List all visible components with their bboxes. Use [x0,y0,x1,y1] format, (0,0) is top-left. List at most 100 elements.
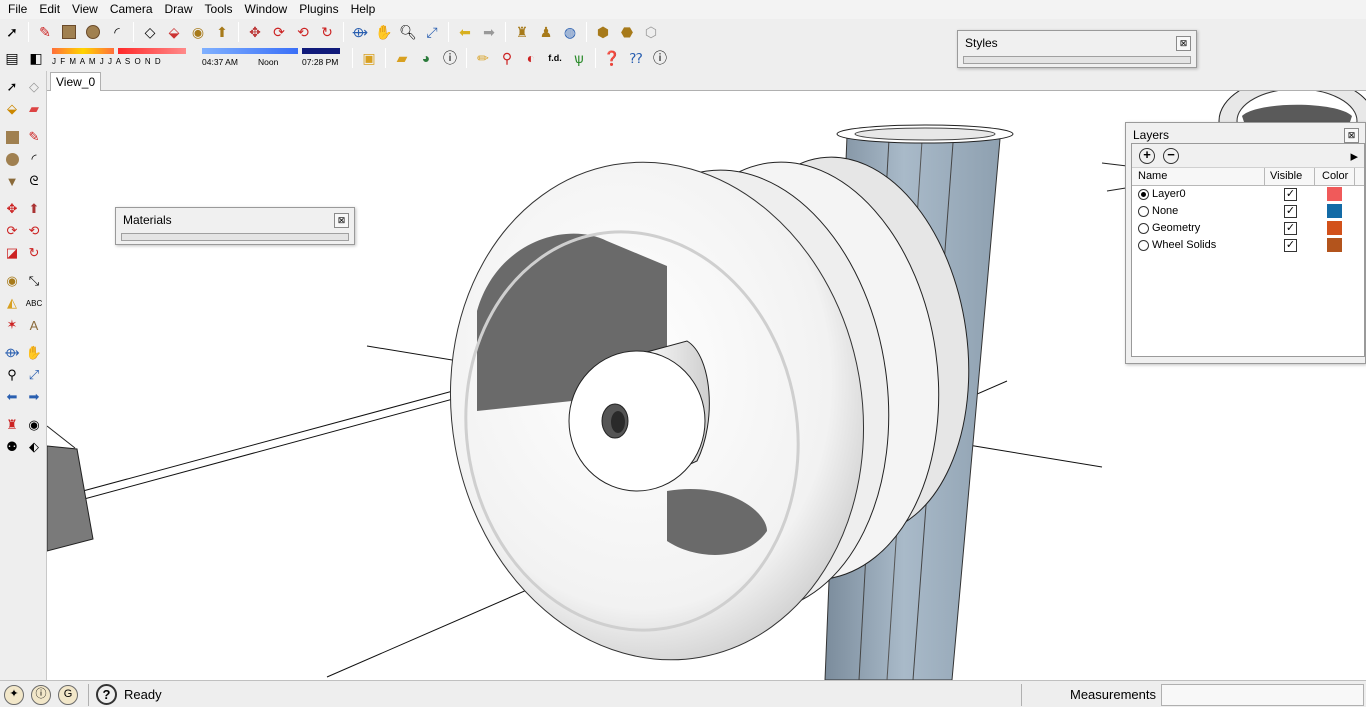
active-layer-radio[interactable] [1138,240,1149,251]
layer-name[interactable]: Layer0 [1152,188,1186,200]
move-icon[interactable]: ✥ [1,198,23,220]
layer-row[interactable]: None ✓ [1132,203,1364,220]
orbit-icon[interactable]: ⟴ [349,21,371,43]
layer-row[interactable]: Layer0 ✓ [1132,186,1364,203]
materials-close-icon[interactable]: ⊠ [334,213,349,228]
previous-view-icon[interactable]: ⬅ [454,21,476,43]
display-shadows-icon[interactable]: ◧ [25,47,47,69]
move-icon[interactable]: ✥ [244,21,266,43]
grass-icon[interactable]: ѱ [568,47,590,69]
shadow-time-slider[interactable]: 04:37 AM Noon 07:28 PM [198,45,348,71]
layer-color-swatch[interactable] [1327,221,1342,235]
layers-tray[interactable]: Layers ⊠ + − ▸ Name Visible Color Layer0… [1125,122,1366,364]
details-arrow-icon[interactable]: ▸ [1350,147,1358,165]
circle-icon[interactable] [82,21,104,43]
follow-me-icon[interactable]: ↻ [316,21,338,43]
credits-icon[interactable]: ⓘ [31,685,51,705]
styles-tray[interactable]: Styles ⊠ [957,30,1197,68]
offset-icon[interactable]: ↻ [23,242,45,264]
tape-icon[interactable]: ◉ [187,21,209,43]
fd-icon[interactable]: f.d. [544,47,566,69]
active-layer-radio[interactable] [1138,223,1149,234]
section-plane-icon[interactable]: ⬖ [23,436,45,458]
pencil2-icon[interactable]: ✏ [472,47,494,69]
styles-collapse-bar[interactable] [963,56,1191,64]
layer-row[interactable]: Wheel Solids ✓ [1132,237,1364,254]
layer-row[interactable]: Geometry ✓ [1132,220,1364,237]
previous-icon[interactable]: ⬅ [1,386,23,408]
shadow-date-slider[interactable]: J F M A M J J A S O N D [48,45,198,71]
paint-bucket-icon[interactable]: ⬙ [1,98,23,120]
walk-icon[interactable]: ♟ [535,21,557,43]
select-icon[interactable]: ➚ [1,21,23,43]
menu-tools[interactable]: Tools [199,0,239,19]
menu-window[interactable]: Window [239,0,294,19]
scene-tab[interactable]: View_0 [50,72,102,91]
help-icon[interactable]: ? [96,684,117,705]
eraser-icon[interactable]: ◇ [139,21,161,43]
zoom-extents-icon[interactable]: ⤢ [23,364,45,386]
push-pull-icon[interactable]: ⬆ [211,21,233,43]
globe-icon[interactable]: ◕ [415,47,437,69]
next-icon[interactable]: ➡ [23,386,45,408]
layer-color-swatch[interactable] [1327,204,1342,218]
offset-icon[interactable]: ⟲ [292,21,314,43]
pencil-icon[interactable]: ✎ [34,21,56,43]
rectangle-icon[interactable] [1,126,23,148]
push-pull-icon[interactable]: ⬆ [23,198,45,220]
rotate-icon[interactable]: ⟳ [1,220,23,242]
component-icon[interactable]: ⬢ [592,21,614,43]
select-icon[interactable]: ➚ [1,76,23,98]
visible-checkbox[interactable]: ✓ [1284,222,1297,235]
scale-icon[interactable]: ◪ [1,242,23,264]
active-layer-radio[interactable] [1138,189,1149,200]
visible-checkbox[interactable]: ✓ [1284,205,1297,218]
google-icon[interactable]: G [58,685,78,705]
zoom-icon[interactable]: ⚲ [1,364,23,386]
styles-close-icon[interactable]: ⊠ [1176,36,1191,51]
orbit-icon[interactable]: ⟴ [1,342,23,364]
zoom-extents-icon[interactable]: ⤢ [421,21,443,43]
section-icon[interactable]: ⬡ [640,21,662,43]
pan-icon[interactable]: ✋ [23,342,45,364]
active-layer-radio[interactable] [1138,206,1149,217]
axes-icon[interactable]: ✶ [1,314,23,336]
arc-icon[interactable]: ◜ [23,148,45,170]
visible-checkbox[interactable]: ✓ [1284,239,1297,252]
zoom-icon[interactable]: 🔍︎ [397,21,419,43]
arc-icon[interactable]: ◜ [106,21,128,43]
line-icon[interactable]: ✎ [23,126,45,148]
about-icon[interactable]: ⓘ [649,47,671,69]
follow-me-icon[interactable]: ⟲ [23,220,45,242]
geolocation-icon[interactable]: ✦ [4,685,24,705]
visible-checkbox[interactable]: ✓ [1284,188,1297,201]
make-component-icon[interactable]: ◇ [23,76,45,98]
group-icon[interactable]: ⬣ [616,21,638,43]
tape-measure-icon[interactable]: ◉ [1,270,23,292]
add-layer-icon[interactable]: + [1139,148,1155,164]
menu-file[interactable]: File [2,0,33,19]
folder-icon[interactable]: ▰ [391,47,413,69]
position-camera-icon[interactable]: ♜ [1,414,23,436]
layer-name[interactable]: None [1152,205,1178,217]
protractor-icon[interactable]: ◭ [1,292,23,314]
menu-camera[interactable]: Camera [104,0,159,19]
outline-icon[interactable]: ◐ [520,47,542,69]
look-around-icon[interactable]: ◍ [559,21,581,43]
menu-plugins[interactable]: Plugins [293,0,344,19]
menu-edit[interactable]: Edit [33,0,66,19]
paint-bucket-icon[interactable]: ⬙ [163,21,185,43]
col-visible[interactable]: Visible [1270,170,1302,182]
menu-view[interactable]: View [66,0,104,19]
position-camera-icon[interactable]: ♜ [511,21,533,43]
delete-layer-icon[interactable]: − [1163,148,1179,164]
materials-tray[interactable]: Materials ⊠ [115,207,355,245]
3d-text-icon[interactable]: A [23,314,45,336]
info-icon[interactable]: ⓘ [439,47,461,69]
layer-color-swatch[interactable] [1327,187,1342,201]
next-view-icon[interactable]: ➡ [478,21,500,43]
circle-icon[interactable] [1,148,23,170]
text-icon[interactable]: ABC [23,292,45,314]
menu-draw[interactable]: Draw [159,0,199,19]
walk-icon[interactable]: ⚉ [1,436,23,458]
